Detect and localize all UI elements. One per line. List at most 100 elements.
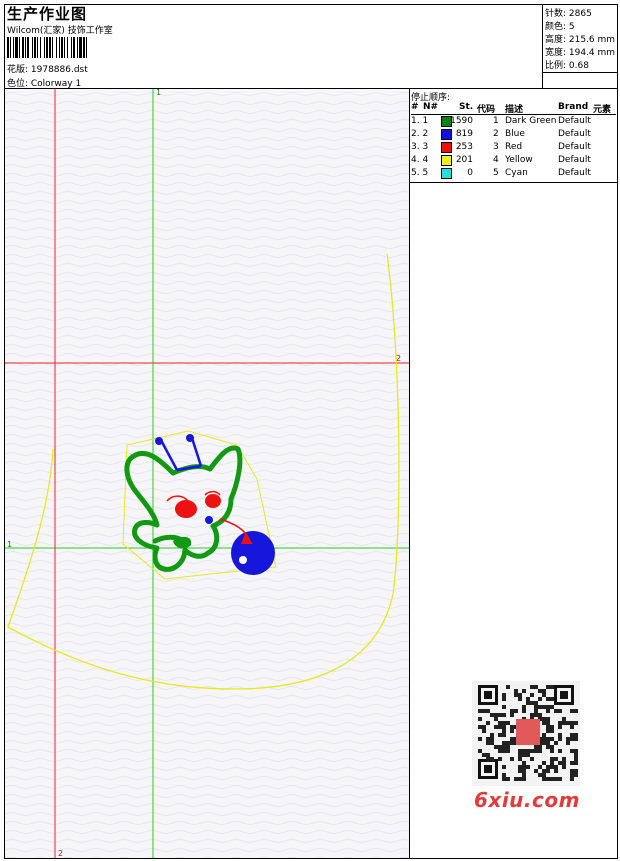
qr-module bbox=[542, 737, 546, 741]
blue-antenna-tip-right bbox=[186, 434, 194, 442]
qr-module bbox=[558, 761, 562, 765]
qr-module bbox=[486, 753, 490, 757]
qr-module bbox=[498, 749, 502, 753]
barcode-bar bbox=[52, 37, 53, 58]
qr-module bbox=[486, 737, 490, 741]
qr-module bbox=[518, 777, 522, 781]
row-index: 2. 2 bbox=[411, 129, 429, 139]
barcode-bar bbox=[83, 37, 85, 58]
qr-module bbox=[562, 721, 566, 725]
qr-module bbox=[546, 721, 550, 725]
qr-module bbox=[534, 709, 538, 713]
preview-svg: 1 1 2 2 bbox=[5, 89, 409, 858]
qr-module bbox=[538, 713, 542, 717]
row-index: 4. 4 bbox=[411, 155, 429, 165]
row-index: 3. 3 bbox=[411, 142, 429, 152]
qr-module bbox=[510, 737, 514, 741]
qr-module bbox=[522, 709, 526, 713]
qr-module bbox=[506, 721, 510, 725]
qr-module bbox=[562, 761, 566, 765]
row-brand: Default bbox=[558, 129, 591, 139]
qr-module bbox=[502, 697, 506, 701]
qr-module bbox=[542, 761, 546, 765]
qr-module bbox=[554, 709, 558, 713]
row-code: 2 bbox=[493, 129, 499, 139]
qr-module bbox=[538, 705, 542, 709]
qr-module bbox=[534, 749, 538, 753]
qr-module bbox=[530, 713, 534, 717]
qr-module bbox=[542, 773, 546, 777]
qr-module bbox=[542, 693, 546, 697]
barcode-bar bbox=[40, 37, 41, 58]
row-index: 5. 5 bbox=[411, 168, 429, 178]
blue-ball-highlight bbox=[239, 556, 247, 564]
qr-module bbox=[478, 737, 482, 741]
guide-label-green-left: 1 bbox=[7, 540, 12, 549]
qr-module bbox=[550, 745, 554, 749]
qr-module bbox=[546, 769, 550, 773]
qr-module bbox=[478, 749, 482, 753]
qr-module bbox=[506, 741, 510, 745]
qr-module bbox=[502, 721, 506, 725]
row-brand: Default bbox=[558, 168, 591, 178]
qr-module bbox=[526, 753, 530, 757]
barcode-bar bbox=[56, 37, 57, 58]
qr-module bbox=[546, 741, 550, 745]
qr-module bbox=[566, 741, 570, 745]
panel-divider bbox=[409, 88, 410, 859]
qr-module bbox=[530, 749, 534, 753]
qr-module bbox=[550, 729, 554, 733]
qr-module bbox=[546, 705, 550, 709]
qr-module bbox=[514, 709, 518, 713]
col-n: N# bbox=[423, 102, 439, 112]
barcode-bar bbox=[59, 37, 60, 58]
qr-module bbox=[550, 761, 554, 765]
barcode-bar bbox=[34, 37, 36, 58]
qr-module bbox=[570, 733, 574, 737]
qr-module bbox=[518, 697, 522, 701]
qr-module bbox=[526, 697, 530, 701]
qr-module bbox=[506, 685, 510, 689]
barcode-bar bbox=[37, 37, 38, 58]
qr-module bbox=[502, 777, 506, 781]
qr-module bbox=[550, 737, 554, 741]
info-stitches: 针数: 2865 bbox=[545, 9, 592, 19]
qr-module bbox=[502, 693, 506, 697]
qr-module bbox=[526, 765, 530, 769]
qr-module bbox=[554, 777, 558, 781]
qr-module bbox=[542, 689, 546, 693]
qr-module bbox=[574, 709, 578, 713]
barcode-bar bbox=[19, 37, 20, 58]
barcode-bar bbox=[13, 37, 14, 58]
table-row: 5. 5 0 5 Cyan Default bbox=[411, 168, 617, 181]
row-code: 5 bbox=[493, 168, 499, 178]
qr-module bbox=[510, 741, 514, 745]
qr-module bbox=[482, 753, 486, 757]
qr-module bbox=[526, 701, 530, 705]
qr-module bbox=[538, 749, 542, 753]
info-height: 高度: 215.6 mm bbox=[545, 35, 616, 45]
qr-module bbox=[554, 741, 558, 745]
qr-module bbox=[538, 745, 542, 749]
qr-module bbox=[550, 697, 554, 701]
qr-module bbox=[478, 725, 482, 729]
barcode-bar bbox=[73, 37, 75, 58]
qr-module bbox=[518, 757, 522, 761]
blue-ball bbox=[231, 531, 275, 575]
qr-module bbox=[510, 729, 514, 733]
qr-module bbox=[494, 713, 498, 717]
qr-module bbox=[574, 761, 578, 765]
qr-module bbox=[574, 721, 578, 725]
barcode-bar bbox=[10, 37, 11, 58]
row-brand: Default bbox=[558, 116, 591, 126]
qr-module bbox=[546, 765, 550, 769]
table-row: 1. 1 1590 1 Dark Green Default bbox=[411, 116, 617, 129]
qr-module bbox=[498, 721, 502, 725]
row-description: Red bbox=[505, 142, 523, 152]
qr-module bbox=[514, 689, 518, 693]
barcode-bar bbox=[7, 37, 9, 58]
qr-module bbox=[502, 749, 506, 753]
row-brand: Default bbox=[558, 142, 591, 152]
info-width: 宽度: 194.4 mm bbox=[545, 48, 616, 58]
qr-module bbox=[546, 717, 550, 721]
